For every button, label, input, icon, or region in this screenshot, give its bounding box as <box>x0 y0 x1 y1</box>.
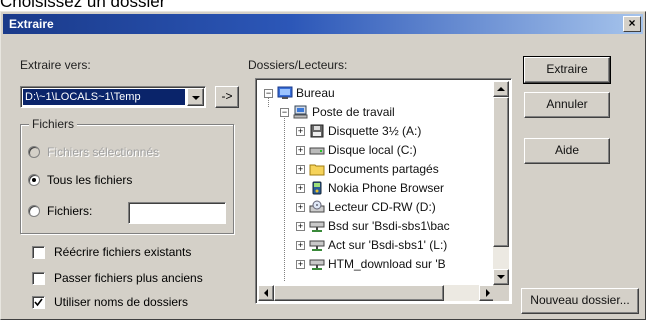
folder-tree-viewport: − Bureau − Poste de travail + Disquette 3½ (A… <box>258 81 495 285</box>
tree-item[interactable]: + HTM_download sur 'B <box>294 256 492 273</box>
extract-path-combo[interactable]: D:\~1\LOCALS~1\Temp <box>20 86 206 108</box>
extract-button[interactable]: Extraire <box>523 56 611 84</box>
tree-item-label: Disque local (C:) <box>328 143 417 157</box>
expand-icon[interactable]: + <box>296 222 305 231</box>
desktop-icon <box>277 86 293 99</box>
files-group: Fichiers Fichiers sélectionnés Tous les … <box>20 117 234 234</box>
network-drive-icon <box>309 259 325 270</box>
dropdown-button[interactable] <box>187 88 204 106</box>
overwrite-checkbox[interactable] <box>32 246 45 259</box>
use-folder-names-label: Utiliser noms de dossiers <box>54 295 189 309</box>
title-bar[interactable]: Extraire × <box>3 14 643 34</box>
vertical-scroll-thumb[interactable] <box>493 97 509 247</box>
radio-files-label: Fichiers: <box>47 204 93 218</box>
arrow-down-icon <box>497 275 505 279</box>
tree-item-label: Poste de travail <box>312 105 395 119</box>
cd-drive-icon <box>309 200 325 213</box>
radio-all-files-label: Tous les fichiers <box>47 173 133 187</box>
tree-item-label: Lecteur CD-RW (D:) <box>328 200 436 214</box>
overwrite-label: Réécrire fichiers existants <box>54 245 192 259</box>
expand-icon[interactable]: + <box>296 241 305 250</box>
expand-icon[interactable]: + <box>296 127 305 136</box>
arrow-up-icon <box>497 87 505 91</box>
tree-item-label: Documents partagés <box>328 162 439 176</box>
tree-item-label: Nokia Phone Browser <box>328 181 445 195</box>
tree-item[interactable]: + Documents partagés <box>294 161 492 178</box>
radio-files[interactable] <box>28 205 40 217</box>
chevron-down-icon <box>192 96 200 100</box>
expand-icon[interactable]: + <box>296 165 305 174</box>
radio-selected-files[interactable] <box>28 146 40 158</box>
help-button[interactable]: Aide <box>524 138 610 164</box>
tree-item[interactable]: + Act sur 'Bsdi-sbs1' (L:) <box>294 237 492 254</box>
checkmark-icon <box>34 298 43 307</box>
dialog-title: Extraire <box>9 17 54 31</box>
radio-all-files[interactable] <box>28 174 40 186</box>
close-button[interactable]: × <box>623 16 641 32</box>
tree-item[interactable]: − Poste de travail <box>278 104 492 121</box>
network-drive-icon <box>309 221 325 232</box>
cancel-button[interactable]: Annuler <box>524 92 610 118</box>
expand-icon[interactable]: + <box>296 203 305 212</box>
tree-item[interactable]: + Bsd sur 'Bsdi-sbs1\bac <box>294 218 492 235</box>
floppy-icon <box>310 124 324 138</box>
tree-item[interactable]: − Bureau <box>262 85 492 102</box>
expand-icon[interactable]: + <box>296 260 305 269</box>
expand-icon[interactable]: + <box>296 146 305 155</box>
tree-item[interactable]: + Disque local (C:) <box>294 142 492 159</box>
tree-item-label: Act sur 'Bsdi-sbs1' (L:) <box>328 238 448 252</box>
browse-arrow-button[interactable]: -> <box>215 86 239 108</box>
radio-selected-files-label: Fichiers sélectionnés <box>47 145 160 159</box>
collapse-icon[interactable]: − <box>264 89 273 98</box>
scroll-down-button[interactable] <box>493 269 509 285</box>
files-group-title: Fichiers <box>29 117 78 131</box>
extract-path-value[interactable]: D:\~1\LOCALS~1\Temp <box>23 89 185 105</box>
use-folder-names-checkbox[interactable] <box>32 296 45 309</box>
scroll-up-button[interactable] <box>493 81 509 97</box>
tree-item-label: Bureau <box>296 86 335 100</box>
extract-dialog: Extraire × Extraire vers: D:\~1\LOCALS~1… <box>0 11 646 320</box>
skip-older-label: Passer fichiers plus anciens <box>54 271 203 285</box>
expand-icon[interactable]: + <box>296 184 305 193</box>
arrow-right-icon <box>486 289 490 297</box>
files-filter-input[interactable] <box>128 202 226 224</box>
tree-item-label: Disquette 3½ (A:) <box>328 124 422 138</box>
skip-older-checkbox[interactable] <box>32 272 45 285</box>
tree-item[interactable]: + Lecteur CD-RW (D:) <box>294 199 492 216</box>
horizontal-scrollbar[interactable] <box>258 285 495 301</box>
vertical-scrollbar[interactable] <box>493 81 509 285</box>
scroll-corner <box>493 285 509 301</box>
radio-dot <box>32 178 36 182</box>
tree-item-label: HTM_download sur 'B <box>328 257 446 271</box>
tree-connector <box>284 111 285 281</box>
tree-item[interactable]: + Nokia Phone Browser <box>294 180 492 197</box>
folder-icon <box>309 164 325 176</box>
arrow-left-icon <box>264 289 268 297</box>
folder-tree[interactable]: − Bureau − Poste de travail + Disquette 3½ (A… <box>255 78 512 304</box>
folders-drives-label: Dossiers/Lecteurs: <box>248 58 348 72</box>
phone-icon <box>312 181 322 195</box>
computer-icon <box>293 105 308 119</box>
horizontal-scroll-thumb[interactable] <box>274 285 444 301</box>
collapse-icon[interactable]: − <box>280 108 289 117</box>
network-drive-icon <box>309 240 325 251</box>
new-folder-button[interactable]: Nouveau dossier... <box>521 288 639 314</box>
extract-to-label: Extraire vers: <box>20 58 91 72</box>
scroll-left-button[interactable] <box>258 285 274 301</box>
tree-item[interactable]: + Disquette 3½ (A:) <box>294 123 492 140</box>
tree-item-label: Bsd sur 'Bsdi-sbs1\bac <box>328 219 450 233</box>
hard-drive-icon <box>309 147 325 155</box>
